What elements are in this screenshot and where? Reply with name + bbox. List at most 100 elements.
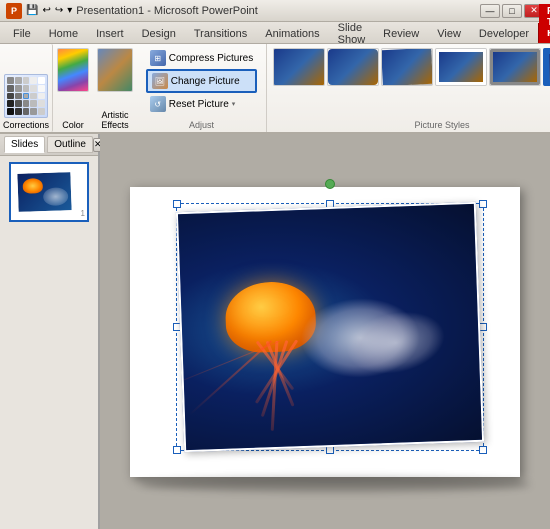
cc14 [30,93,37,100]
undo-icon[interactable]: ↩ [42,5,50,16]
cc20 [38,100,45,107]
reset-picture-button[interactable]: ↺ Reset Picture ▾ [146,94,257,114]
slides-tab[interactable]: Slides [4,136,45,153]
tab-review[interactable]: Review [374,23,428,43]
jellyfish-image [178,203,482,449]
adjust-group: ⊞ Compress Pictures 🖼 Change Picture ↺ R… [137,44,267,132]
adjust-group-label: Adjust [137,120,266,130]
slide-thumb-content: 1 [11,164,87,220]
title-bar-left: P 💾 ↩ ↪ ▾ Presentation1 - Microsoft Powe… [6,3,258,19]
cc17 [15,100,22,107]
cc18 [23,100,30,107]
window-controls: — □ ✕ [480,4,544,18]
adjust-buttons: ⊞ Compress Pictures 🖼 Change Picture ↺ R… [146,48,257,114]
mini-slide-image [16,171,72,213]
change-pic-icon: 🖼 [152,73,168,89]
minimize-button[interactable]: — [480,4,500,18]
selected-image-frame[interactable] [180,207,480,447]
compress-pictures-button[interactable]: ⊞ Compress Pictures [146,48,257,68]
compress-icon: ⊞ [150,50,166,66]
cc2 [15,77,22,84]
cc15 [38,93,45,100]
change-picture-button[interactable]: 🖼 Change Picture [146,69,257,93]
tab-animations[interactable]: Animations [256,23,328,43]
style-thumb-6[interactable] [543,48,550,86]
handle-bot-left[interactable] [173,446,181,454]
mini-jellyfish [23,178,44,194]
artistic-effects-button[interactable]: Artistic Effects [93,44,137,132]
slide-thumbnail-1[interactable]: 1 [9,162,89,222]
cc21 [7,108,14,115]
cc9 [30,85,37,92]
customize-icon[interactable]: ▾ [67,5,72,16]
style-5-preview [490,49,540,85]
slide-shadow [140,477,530,492]
tab-slideshow[interactable]: Slide Show [329,23,375,43]
corrections-label: Corrections [0,120,52,130]
style-thumb-4[interactable] [435,48,487,86]
style-thumb-1[interactable] [273,48,325,86]
handle-top-left[interactable] [173,200,181,208]
cc10 [38,85,45,92]
outline-tab[interactable]: Outline [47,136,93,153]
picture-styles-group: ▲ ▼ ▾ Picture Styles [267,44,550,132]
cc1 [7,77,14,84]
reset-label: Reset Picture [169,99,229,110]
cc23 [23,108,30,115]
ribbon: Corrections Color Artistic Effects ⊞ Com… [0,44,550,134]
style-thumb-3[interactable] [381,48,433,86]
style-6-preview [545,50,550,84]
cc16 [7,100,14,107]
window-title: Presentation1 - Microsoft PowerPoint [76,5,258,17]
tab-developer[interactable]: Developer [470,23,538,43]
style-thumb-2[interactable] [327,48,379,86]
slide-canvas[interactable] [130,187,520,477]
handle-bot-right[interactable] [479,446,487,454]
cc6 [7,85,14,92]
corrections-button[interactable]: Corrections [0,44,53,132]
tab-design[interactable]: Design [133,23,185,43]
canvas-area[interactable] [100,134,550,529]
cc8 [23,85,30,92]
handle-top-right[interactable] [479,200,487,208]
cc25 [38,108,45,115]
adjust-group-content: ⊞ Compress Pictures 🖼 Change Picture ↺ R… [146,48,257,130]
reset-dropdown[interactable]: ▾ [232,100,236,108]
outline-content: 1 [0,156,98,529]
maximize-button[interactable]: □ [502,4,522,18]
artistic-effects-label: Artistic Effects [93,110,137,130]
outline-header: Slides Outline ✕ [0,134,98,156]
style-3-preview [381,48,433,86]
color-button[interactable]: Color [53,44,93,132]
style-1-preview [274,49,324,85]
quick-access-toolbar: 💾 ↩ ↪ ▾ [26,5,72,16]
picture-styles-label: Picture Styles [267,120,550,130]
tentacle-long-1 [189,340,272,415]
color-icon [57,48,89,92]
cc19 [30,100,37,107]
outline-panel: Slides Outline ✕ 1 [0,134,100,529]
app-icon: P [6,3,22,19]
style-thumb-5[interactable] [489,48,541,86]
tab-file[interactable]: File [4,23,40,43]
rotate-handle[interactable] [325,179,335,189]
cc4 [30,77,37,84]
tab-view[interactable]: View [428,23,470,43]
tab-transitions[interactable]: Transitions [185,23,256,43]
save-icon[interactable]: 💾 [26,5,38,16]
outline-tabs: Slides Outline [4,136,93,153]
redo-icon[interactable]: ↪ [55,5,63,16]
color-label: Color [53,120,93,130]
compress-label: Compress Pictures [169,53,253,64]
mini-cloud [43,187,69,206]
tab-home[interactable]: Home [40,23,87,43]
slide-wrapper [130,187,520,477]
cc12 [15,93,22,100]
reset-icon: ↺ [150,96,166,112]
artistic-effects-icon [97,48,133,92]
cc3 [23,77,30,84]
tab-format[interactable]: Picture Tools Format [538,23,550,43]
corrections-icon [4,74,48,118]
picture-frame [176,201,484,451]
tab-insert[interactable]: Insert [87,23,133,43]
